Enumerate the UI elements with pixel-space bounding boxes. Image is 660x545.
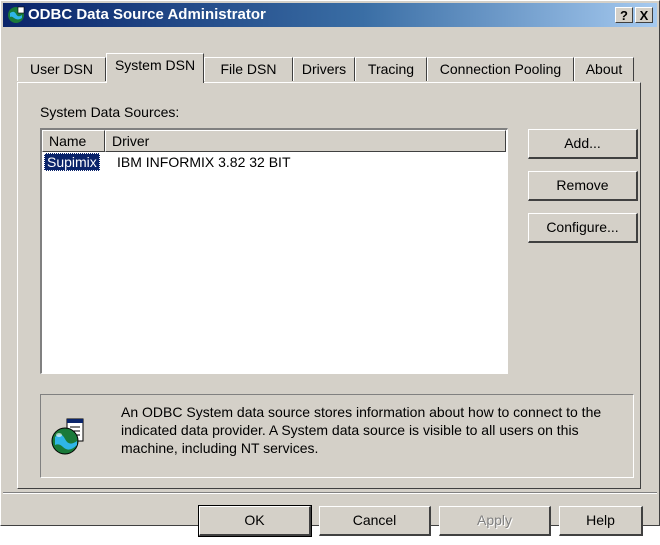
tab-tracing[interactable]: Tracing	[355, 57, 427, 81]
odbc-admin-window: ODBC Data Source Administrator ? X User …	[0, 0, 660, 537]
globe-database-icon	[8, 6, 25, 23]
list-item[interactable]: Supimix IBM INFORMIX 3.82 32 BIT	[42, 152, 506, 171]
add-button[interactable]: Add...	[528, 129, 638, 159]
context-help-button[interactable]: ?	[615, 7, 633, 23]
cancel-button[interactable]: Cancel	[319, 506, 431, 536]
close-button[interactable]: X	[635, 7, 653, 23]
column-header-driver[interactable]: Driver	[105, 130, 506, 152]
ok-button[interactable]: OK	[198, 505, 312, 537]
help-button[interactable]: Help	[559, 506, 643, 536]
tab-strip: User DSN System DSN File DSN Drivers Tra…	[17, 53, 657, 83]
tab-about[interactable]: About	[574, 57, 634, 81]
data-source-list[interactable]: Name Driver Supimix IBM INFORMIX 3.82 32…	[40, 128, 508, 374]
tab-file-dsn[interactable]: File DSN	[204, 57, 293, 81]
configure-button[interactable]: Configure...	[528, 213, 638, 243]
info-box: An ODBC System data source stores inform…	[40, 394, 634, 478]
tab-system-dsn[interactable]: System DSN	[106, 53, 204, 83]
remove-button[interactable]: Remove	[528, 171, 638, 201]
tab-drivers[interactable]: Drivers	[293, 57, 355, 81]
info-text: An ODBC System data source stores inform…	[121, 404, 602, 456]
data-source-driver: IBM INFORMIX 3.82 32 BIT	[117, 154, 291, 170]
tab-user-dsn[interactable]: User DSN	[17, 57, 106, 81]
title-bar[interactable]: ODBC Data Source Administrator ? X	[3, 3, 657, 27]
footer-separator	[3, 492, 657, 494]
apply-button[interactable]: Apply	[439, 506, 551, 536]
window-title: ODBC Data Source Administrator	[28, 6, 266, 23]
column-header-name[interactable]: Name	[42, 130, 105, 152]
tab-connection-pooling[interactable]: Connection Pooling	[427, 57, 574, 81]
globe-database-icon	[51, 418, 84, 455]
system-data-sources-label: System Data Sources:	[40, 104, 180, 120]
data-source-name[interactable]: Supimix	[44, 153, 100, 171]
